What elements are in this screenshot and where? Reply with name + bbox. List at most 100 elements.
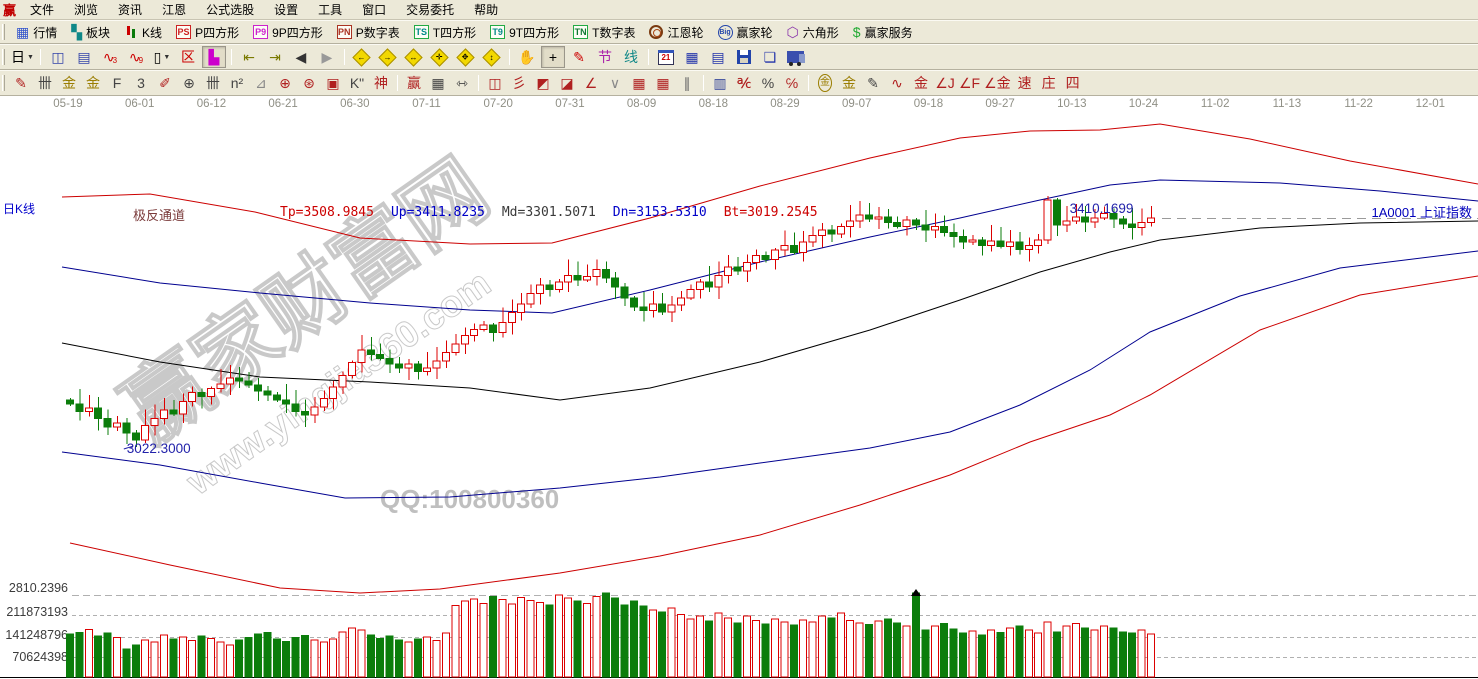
江恩轮-button[interactable]: 江恩轮: [642, 21, 710, 43]
arc3-tool[interactable]: 3: [130, 73, 152, 93]
pan-left-button[interactable]: ←: [350, 46, 374, 68]
赢家服务-button[interactable]: $赢家服务: [846, 21, 920, 43]
pan-both-button[interactable]: ↔: [402, 46, 426, 68]
T数字表-button[interactable]: TNT数字表: [566, 21, 642, 43]
wave3-button[interactable]: ∿3: [98, 46, 122, 68]
circle-cross-tool[interactable]: ⊕: [274, 73, 296, 93]
zigzag-tool[interactable]: ∨: [604, 73, 626, 93]
angle-sail-tool[interactable]: ⊿: [250, 73, 272, 93]
chart-area[interactable]: 日K线 极反通道 Tp=3508.9845Up=3411.8235Md=3301…: [0, 96, 1478, 679]
period-label[interactable]: 日K线: [3, 200, 35, 217]
wave9-button[interactable]: ∿9: [124, 46, 148, 68]
wave-box-tool[interactable]: ∿: [886, 73, 908, 93]
time-circle-tool[interactable]: ⊕: [178, 73, 200, 93]
first-page-button[interactable]: ⇤: [237, 46, 261, 68]
dark-pen-tool[interactable]: ✎: [862, 73, 884, 93]
crosshair-tool-button[interactable]: +: [541, 46, 565, 68]
hand-tool-button[interactable]: ✋: [515, 46, 539, 68]
calculator-tool-button[interactable]: ▦: [680, 46, 704, 68]
menu-item-8[interactable]: 交易委托: [396, 1, 464, 18]
last-page-button[interactable]: ⇥: [263, 46, 287, 68]
menu-item-0[interactable]: 文件: [20, 1, 64, 18]
shen-grid-tool[interactable]: 神: [370, 73, 392, 93]
next-button[interactable]: ▶: [315, 46, 339, 68]
four-angle-tool[interactable]: 四: [1062, 73, 1084, 93]
zoom-all-button[interactable]: ✥: [454, 46, 478, 68]
9P四方形-button[interactable]: P99P四方形: [246, 21, 330, 43]
menu-item-7[interactable]: 窗口: [352, 1, 396, 18]
marker-tool-button[interactable]: ✎: [567, 46, 591, 68]
info-panel-button[interactable]: ▤: [72, 46, 96, 68]
gold-circle-tool[interactable]: 金: [814, 73, 836, 93]
extreme-reversal-button[interactable]: 区: [176, 46, 200, 68]
fan-box-tool-2[interactable]: ◪: [556, 73, 578, 93]
menu-item-4[interactable]: 公式选股: [196, 1, 264, 18]
n2-grid-tool[interactable]: n²: [226, 73, 248, 93]
zhuang-angle-tool[interactable]: 庄: [1038, 73, 1060, 93]
angle-f-tool[interactable]: ∠F: [958, 73, 981, 93]
gann-pen-tool[interactable]: ✎: [10, 73, 32, 93]
candle-style-button[interactable]: ▯▼: [150, 46, 174, 68]
gold-underline-tool[interactable]: 金: [910, 73, 932, 93]
percent-line-tool-2[interactable]: ℅: [781, 73, 803, 93]
P数字表-button[interactable]: PNP数字表: [330, 21, 407, 43]
calendar-tool-button[interactable]: 21: [654, 46, 678, 68]
percent-line-tool-1[interactable]: ℀: [733, 73, 755, 93]
angle-rays-tool[interactable]: ∠: [580, 73, 602, 93]
angle-gold-tool[interactable]: ∠金: [983, 73, 1012, 93]
menu-item-9[interactable]: 帮助: [464, 1, 508, 18]
period-day-button[interactable]: 日▼: [10, 46, 35, 68]
六角形-button[interactable]: ⬡六角形: [780, 21, 846, 43]
menu-item-2[interactable]: 资讯: [108, 1, 152, 18]
ray-fan-tool[interactable]: 彡: [508, 73, 530, 93]
T四方形-button[interactable]: TST四方形: [407, 21, 483, 43]
save-tool-button[interactable]: [732, 46, 756, 68]
fan-box-tool-1[interactable]: ◩: [532, 73, 554, 93]
K线-button[interactable]: K线: [117, 21, 169, 43]
knot-tool-button[interactable]: 节: [593, 46, 617, 68]
blue-table-tool[interactable]: ▥: [709, 73, 731, 93]
number-grid-tool[interactable]: ▦: [427, 73, 449, 93]
kline-chart-canvas[interactable]: 赢家财富网www.yingjia360.comQQ:10080036005-19…: [0, 96, 1478, 679]
volume-bar: [781, 622, 788, 677]
volume-bar: [772, 619, 779, 677]
angle-j-tool[interactable]: ∠J: [934, 73, 956, 93]
zoom-in-button[interactable]: ✛: [428, 46, 452, 68]
line-tool-button[interactable]: 线: [619, 46, 643, 68]
prev-button[interactable]: ◀: [289, 46, 313, 68]
percent-tool[interactable]: %: [757, 73, 779, 93]
color-kline-button[interactable]: ▙: [202, 46, 226, 68]
red-grid-tool-1[interactable]: ▦: [628, 73, 650, 93]
red-grid-tool-2[interactable]: ▦: [652, 73, 674, 93]
export-tool-button[interactable]: ❏: [758, 46, 782, 68]
赢家轮-button[interactable]: Big赢家轮: [711, 21, 780, 43]
box-frame-tool[interactable]: ◫: [484, 73, 506, 93]
starburst-tool[interactable]: ⊛: [298, 73, 320, 93]
zoom-window-button[interactable]: ◫: [46, 46, 70, 68]
menu-item-3[interactable]: 江恩: [152, 1, 196, 18]
slant-lines-tool[interactable]: ∥: [676, 73, 698, 93]
menu-item-1[interactable]: 浏览: [64, 1, 108, 18]
9T四方形-button[interactable]: T99T四方形: [483, 21, 566, 43]
speed-angle-tool[interactable]: 速: [1014, 73, 1036, 93]
notes-tool-button[interactable]: ▤: [706, 46, 730, 68]
gold-lines-tool[interactable]: 金: [838, 73, 860, 93]
P四方形-button[interactable]: PSP四方形: [169, 21, 246, 43]
hash-tool[interactable]: 卌: [202, 73, 224, 93]
measure-tool[interactable]: ⇿: [451, 73, 473, 93]
pan-right-button[interactable]: →: [376, 46, 400, 68]
menu-item-5[interactable]: 设置: [264, 1, 308, 18]
pan-vert-button[interactable]: ↕: [480, 46, 504, 68]
ying-grid-tool[interactable]: 赢: [403, 73, 425, 93]
menu-item-6[interactable]: 工具: [308, 1, 352, 18]
gold-grid-tool-1[interactable]: 金: [58, 73, 80, 93]
行情-button[interactable]: ▦行情: [9, 21, 64, 43]
板块-button[interactable]: ▚板块: [64, 21, 117, 43]
grid-lines-tool[interactable]: 卌: [34, 73, 56, 93]
square-target-tool[interactable]: ▣: [322, 73, 344, 93]
k-ticks-tool[interactable]: K": [346, 73, 368, 93]
f-grid-tool[interactable]: F: [106, 73, 128, 93]
gold-grid-tool-2[interactable]: 金: [82, 73, 104, 93]
pen-grid-tool[interactable]: ✐: [154, 73, 176, 93]
order-truck-tool-button[interactable]: [784, 46, 808, 68]
